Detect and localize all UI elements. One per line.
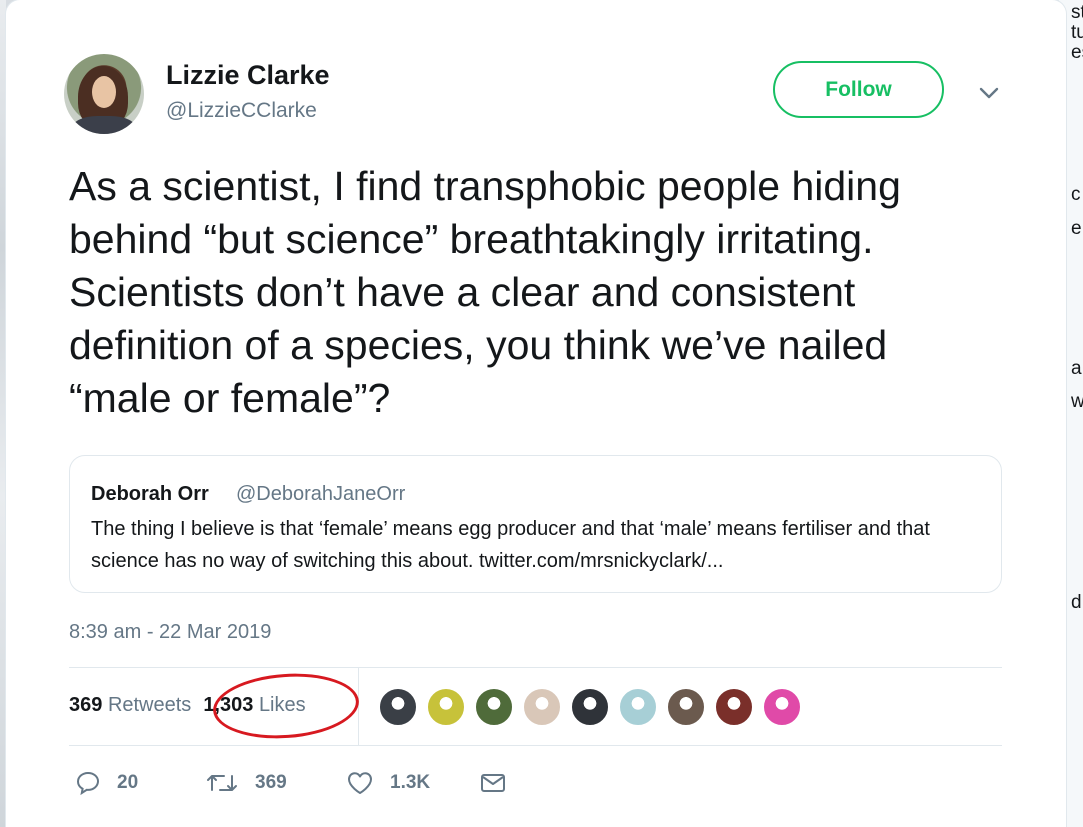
heart-icon — [348, 772, 372, 794]
author-avatar[interactable] — [64, 54, 144, 134]
author-name[interactable]: Lizzie Clarke — [166, 60, 330, 91]
liker-avatar[interactable] — [474, 687, 514, 727]
quoted-tweet[interactable]: Deborah Orr @DeborahJaneOrr The thing I … — [69, 455, 1002, 593]
liker-avatar[interactable] — [666, 687, 706, 727]
like-count: 1.3K — [390, 772, 431, 793]
avatar-shirt — [72, 116, 136, 134]
reply-count: 20 — [117, 772, 139, 793]
tweet-timestamp[interactable]: 8:39 am - 22 Mar 2019 — [69, 621, 271, 644]
quoted-author-handle: @DeborahJaneOrr — [236, 483, 406, 505]
retweet-count: 369 — [255, 772, 287, 793]
quoted-author-name: Deborah Orr — [91, 483, 209, 505]
stats-bottom-divider — [69, 745, 1002, 746]
background-text-fragment: st — [1071, 2, 1083, 23]
retweets-label: Retweets — [107, 694, 192, 716]
follow-button[interactable]: Follow — [773, 61, 944, 118]
background-text-fragment: c — [1071, 184, 1081, 205]
retweet-button[interactable]: 369 — [205, 770, 287, 796]
liker-avatar[interactable] — [762, 687, 802, 727]
chevron-down-icon[interactable] — [978, 82, 1000, 104]
liker-avatar[interactable] — [570, 687, 610, 727]
stats-top-divider — [69, 667, 1002, 668]
liker-avatar[interactable] — [378, 687, 418, 727]
background-text-fragment: es — [1071, 42, 1083, 63]
reply-button[interactable]: 20 — [75, 770, 138, 796]
avatar-face — [92, 76, 116, 108]
like-button[interactable]: 1.3K — [346, 770, 430, 796]
stats-separator — [358, 668, 359, 746]
author-handle[interactable]: @LizzieCClarke — [166, 99, 317, 123]
red-circle-annotation — [210, 668, 362, 744]
quoted-tweet-text: The thing I believe is that ‘female’ mea… — [91, 518, 930, 572]
liker-avatar[interactable] — [426, 687, 466, 727]
background-text-fragment: tu — [1071, 22, 1083, 43]
tweet-card: Lizzie Clarke @LizzieCClarke Follow As a… — [6, 0, 1066, 827]
retweets-stat[interactable]: 369 Retweets — [69, 694, 191, 716]
background-text-fragment: d — [1071, 592, 1082, 613]
liker-avatar[interactable] — [714, 687, 754, 727]
reply-icon — [76, 771, 100, 796]
direct-message-button[interactable] — [479, 770, 507, 796]
envelope-icon — [481, 774, 505, 792]
liker-avatar[interactable] — [522, 687, 562, 727]
background-text-fragment: e — [1071, 218, 1082, 239]
liker-avatar[interactable] — [618, 687, 658, 727]
background-text-fragment: w — [1071, 391, 1083, 413]
background-text-fragment: a — [1071, 358, 1082, 379]
retweet-icon — [207, 775, 237, 791]
tweet-text: As a scientist, I find transphobic peopl… — [69, 163, 901, 421]
retweets-count: 369 — [69, 694, 103, 716]
